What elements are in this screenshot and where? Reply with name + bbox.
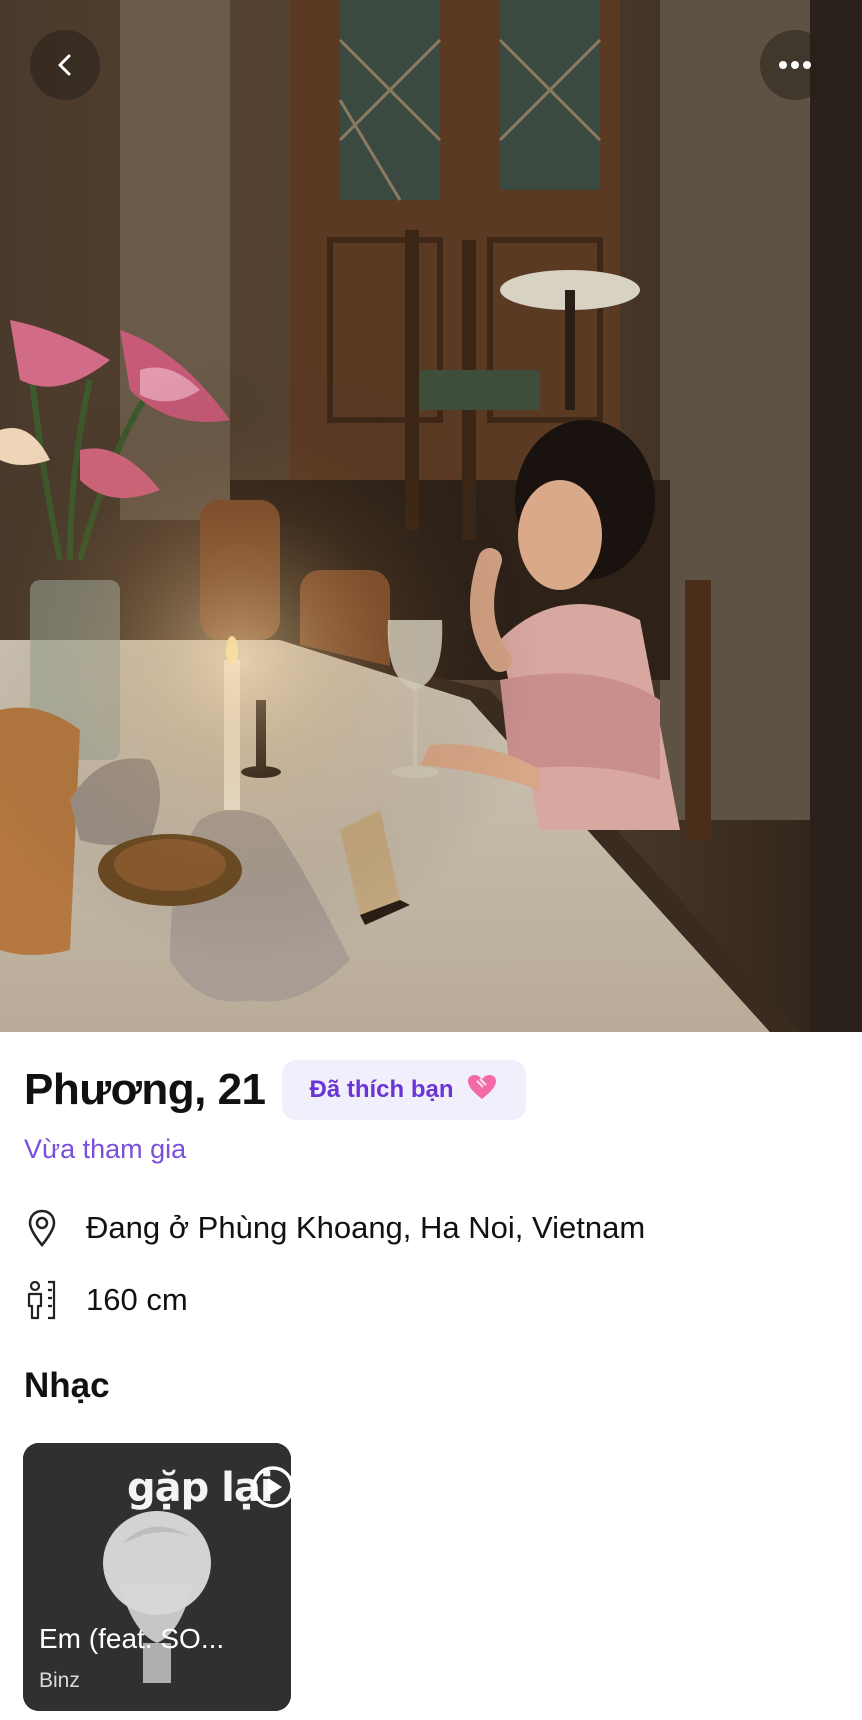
- ruler-person-icon: [24, 1280, 60, 1320]
- music-section-title: Nhạc: [24, 1366, 110, 1405]
- profile-name-age: Phương, 21: [24, 1065, 266, 1114]
- liked-you-badge: Đã thích bạn: [281, 1060, 526, 1120]
- play-circle-icon[interactable]: [251, 1465, 291, 1509]
- location-row: Đang ở Phùng Khoang, Ha Noi, Vietnam: [24, 1208, 645, 1248]
- more-options-button[interactable]: [760, 30, 830, 100]
- track-title: Em (feat. SO...: [39, 1623, 225, 1654]
- music-card[interactable]: gặp lại Em (feat. SO... Binz: [23, 1443, 291, 1711]
- height-text: 160 cm: [86, 1282, 188, 1317]
- track-artist: Binz: [39, 1669, 80, 1692]
- heart-icon: [466, 1073, 498, 1108]
- profile-photo[interactable]: [0, 0, 862, 1032]
- map-pin-icon: [24, 1208, 60, 1248]
- photo-scene: [0, 0, 862, 1032]
- joined-status: Vừa tham gia: [24, 1134, 187, 1164]
- chevron-left-icon: [51, 51, 79, 79]
- profile-header: Phương, 21 Đã thích bạn: [24, 1060, 526, 1120]
- ellipsis-icon: [778, 60, 812, 70]
- location-text: Đang ở Phùng Khoang, Ha Noi, Vietnam: [86, 1210, 646, 1245]
- height-row: 160 cm: [24, 1280, 188, 1320]
- back-button[interactable]: [30, 30, 100, 100]
- liked-you-label: Đã thích bạn: [309, 1076, 454, 1103]
